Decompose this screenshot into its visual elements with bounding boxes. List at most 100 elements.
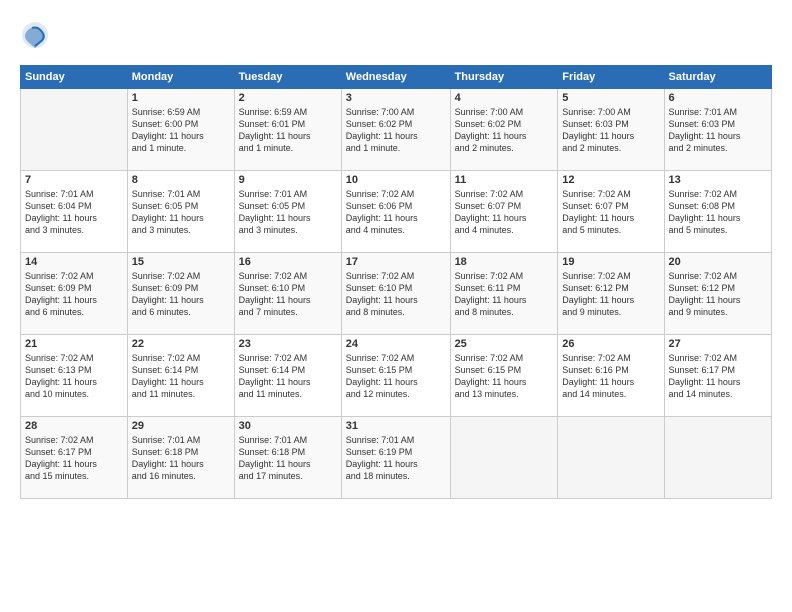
day-number: 2 (239, 92, 337, 104)
calendar-cell: 7 Sunrise: 7:01 AM Sunset: 6:04 PM Daylig… (21, 171, 128, 253)
header (20, 20, 772, 55)
day-number: 14 (25, 256, 123, 268)
day-info: Sunrise: 7:00 AM Sunset: 6:02 PM Dayligh… (455, 106, 554, 155)
calendar-week-1: 7 Sunrise: 7:01 AM Sunset: 6:04 PM Daylig… (21, 171, 772, 253)
day-number: 13 (669, 174, 767, 186)
calendar-week-2: 14 Sunrise: 7:02 AM Sunset: 6:09 PM Dayli… (21, 253, 772, 335)
calendar-cell: 19 Sunrise: 7:02 AM Sunset: 6:12 PM Dayli… (558, 253, 664, 335)
header-cell-monday: Monday (127, 66, 234, 89)
day-number: 3 (346, 92, 446, 104)
calendar-cell: 26 Sunrise: 7:02 AM Sunset: 6:16 PM Dayli… (558, 335, 664, 417)
day-info: Sunrise: 7:01 AM Sunset: 6:18 PM Dayligh… (239, 434, 337, 483)
day-info: Sunrise: 7:01 AM Sunset: 6:04 PM Dayligh… (25, 188, 123, 237)
logo-icon (20, 20, 50, 50)
calendar-cell: 29Sunrise: 7:01 AM Sunset: 6:18 PM Dayli… (127, 417, 234, 499)
calendar-cell (450, 417, 558, 499)
day-number: 23 (239, 338, 337, 350)
day-info: Sunrise: 7:02 AM Sunset: 6:08 PM Dayligh… (669, 188, 767, 237)
day-info: Sunrise: 7:02 AM Sunset: 6:17 PM Dayligh… (25, 434, 123, 483)
day-number: 12 (562, 174, 659, 186)
day-info: Sunrise: 7:02 AM Sunset: 6:16 PM Dayligh… (562, 352, 659, 401)
calendar-cell: 1 Sunrise: 6:59 AM Sunset: 6:00 PM Daylig… (127, 89, 234, 171)
day-number: 26 (562, 338, 659, 350)
page: SundayMondayTuesdayWednesdayThursdayFrid… (0, 0, 792, 612)
day-info: Sunrise: 7:02 AM Sunset: 6:07 PM Dayligh… (455, 188, 554, 237)
day-number: 27 (669, 338, 767, 350)
day-info: Sunrise: 7:01 AM Sunset: 6:05 PM Dayligh… (132, 188, 230, 237)
day-info: Sunrise: 7:01 AM Sunset: 6:05 PM Dayligh… (239, 188, 337, 237)
calendar-cell: 20 Sunrise: 7:02 AM Sunset: 6:12 PM Dayli… (664, 253, 771, 335)
calendar-cell: 18Sunrise: 7:02 AM Sunset: 6:11 PM Dayli… (450, 253, 558, 335)
calendar-week-4: 28 Sunrise: 7:02 AM Sunset: 6:17 PM Dayli… (21, 417, 772, 499)
calendar-cell: 5 Sunrise: 7:00 AM Sunset: 6:03 PM Daylig… (558, 89, 664, 171)
day-info: Sunrise: 7:01 AM Sunset: 6:19 PM Dayligh… (346, 434, 446, 483)
calendar-table: SundayMondayTuesdayWednesdayThursdayFrid… (20, 65, 772, 499)
day-info: Sunrise: 7:02 AM Sunset: 6:07 PM Dayligh… (562, 188, 659, 237)
calendar-cell (21, 89, 128, 171)
day-number: 25 (455, 338, 554, 350)
day-number: 5 (562, 92, 659, 104)
day-number: 1 (132, 92, 230, 104)
calendar-cell: 13 Sunrise: 7:02 AM Sunset: 6:08 PM Dayli… (664, 171, 771, 253)
day-number: 20 (669, 256, 767, 268)
calendar-cell: 17 Sunrise: 7:02 AM Sunset: 6:10 PM Dayli… (341, 253, 450, 335)
calendar-cell: 9 Sunrise: 7:01 AM Sunset: 6:05 PM Daylig… (234, 171, 341, 253)
day-info: Sunrise: 7:02 AM Sunset: 6:12 PM Dayligh… (669, 270, 767, 319)
calendar-cell: 16 Sunrise: 7:02 AM Sunset: 6:10 PM Dayli… (234, 253, 341, 335)
day-number: 16 (239, 256, 337, 268)
day-info: Sunrise: 6:59 AM Sunset: 6:00 PM Dayligh… (132, 106, 230, 155)
header-cell-sunday: Sunday (21, 66, 128, 89)
day-info: Sunrise: 7:02 AM Sunset: 6:12 PM Dayligh… (562, 270, 659, 319)
day-info: Sunrise: 7:02 AM Sunset: 6:13 PM Dayligh… (25, 352, 123, 401)
day-number: 21 (25, 338, 123, 350)
calendar-cell: 2 Sunrise: 6:59 AM Sunset: 6:01 PM Daylig… (234, 89, 341, 171)
day-number: 28 (25, 420, 123, 432)
header-cell-saturday: Saturday (664, 66, 771, 89)
header-cell-wednesday: Wednesday (341, 66, 450, 89)
day-number: 30 (239, 420, 337, 432)
calendar-cell: 15Sunrise: 7:02 AM Sunset: 6:09 PM Dayli… (127, 253, 234, 335)
day-number: 9 (239, 174, 337, 186)
day-number: 17 (346, 256, 446, 268)
day-info: Sunrise: 7:02 AM Sunset: 6:06 PM Dayligh… (346, 188, 446, 237)
day-info: Sunrise: 7:00 AM Sunset: 6:02 PM Dayligh… (346, 106, 446, 155)
day-info: Sunrise: 7:02 AM Sunset: 6:14 PM Dayligh… (132, 352, 230, 401)
day-number: 6 (669, 92, 767, 104)
calendar-cell: 12 Sunrise: 7:02 AM Sunset: 6:07 PM Dayli… (558, 171, 664, 253)
calendar-cell: 6 Sunrise: 7:01 AM Sunset: 6:03 PM Daylig… (664, 89, 771, 171)
day-info: Sunrise: 7:02 AM Sunset: 6:11 PM Dayligh… (455, 270, 554, 319)
calendar-cell: 24Sunrise: 7:02 AM Sunset: 6:15 PM Dayli… (341, 335, 450, 417)
day-info: Sunrise: 6:59 AM Sunset: 6:01 PM Dayligh… (239, 106, 337, 155)
calendar-cell: 11 Sunrise: 7:02 AM Sunset: 6:07 PM Dayli… (450, 171, 558, 253)
day-number: 7 (25, 174, 123, 186)
day-number: 8 (132, 174, 230, 186)
calendar-cell: 21 Sunrise: 7:02 AM Sunset: 6:13 PM Dayli… (21, 335, 128, 417)
day-number: 24 (346, 338, 446, 350)
calendar-cell: 10 Sunrise: 7:02 AM Sunset: 6:06 PM Dayli… (341, 171, 450, 253)
day-number: 10 (346, 174, 446, 186)
day-info: Sunrise: 7:00 AM Sunset: 6:03 PM Dayligh… (562, 106, 659, 155)
calendar-cell: 8 Sunrise: 7:01 AM Sunset: 6:05 PM Daylig… (127, 171, 234, 253)
day-info: Sunrise: 7:02 AM Sunset: 6:15 PM Dayligh… (455, 352, 554, 401)
calendar-cell: 27Sunrise: 7:02 AM Sunset: 6:17 PM Dayli… (664, 335, 771, 417)
day-number: 11 (455, 174, 554, 186)
day-number: 31 (346, 420, 446, 432)
calendar-cell: 28 Sunrise: 7:02 AM Sunset: 6:17 PM Dayli… (21, 417, 128, 499)
day-number: 4 (455, 92, 554, 104)
calendar-cell: 31 Sunrise: 7:01 AM Sunset: 6:19 PM Dayli… (341, 417, 450, 499)
calendar-cell: 25 Sunrise: 7:02 AM Sunset: 6:15 PM Dayli… (450, 335, 558, 417)
day-info: Sunrise: 7:01 AM Sunset: 6:03 PM Dayligh… (669, 106, 767, 155)
calendar-cell: 3 Sunrise: 7:00 AM Sunset: 6:02 PM Daylig… (341, 89, 450, 171)
day-number: 19 (562, 256, 659, 268)
calendar-cell: 23Sunrise: 7:02 AM Sunset: 6:14 PM Dayli… (234, 335, 341, 417)
header-cell-tuesday: Tuesday (234, 66, 341, 89)
day-info: Sunrise: 7:02 AM Sunset: 6:09 PM Dayligh… (132, 270, 230, 319)
day-number: 22 (132, 338, 230, 350)
calendar-cell: 14 Sunrise: 7:02 AM Sunset: 6:09 PM Dayli… (21, 253, 128, 335)
day-info: Sunrise: 7:02 AM Sunset: 6:10 PM Dayligh… (346, 270, 446, 319)
day-info: Sunrise: 7:02 AM Sunset: 6:09 PM Dayligh… (25, 270, 123, 319)
header-cell-friday: Friday (558, 66, 664, 89)
calendar-cell: 30 Sunrise: 7:01 AM Sunset: 6:18 PM Dayli… (234, 417, 341, 499)
day-info: Sunrise: 7:02 AM Sunset: 6:10 PM Dayligh… (239, 270, 337, 319)
day-info: Sunrise: 7:01 AM Sunset: 6:18 PM Dayligh… (132, 434, 230, 483)
